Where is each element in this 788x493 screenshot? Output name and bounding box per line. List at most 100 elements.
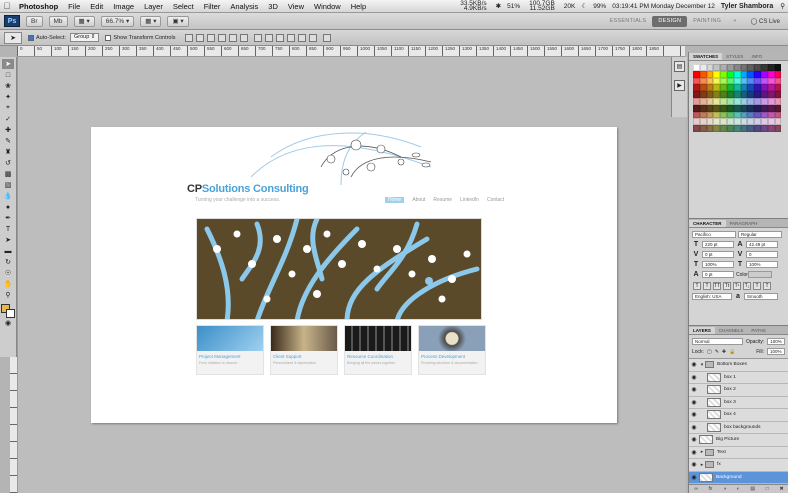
layer-row[interactable]: ◉ box backgrounds <box>689 421 788 434</box>
align-vcenter-icon[interactable] <box>196 33 205 42</box>
quick-select-tool-icon[interactable]: ✦ <box>2 92 14 102</box>
tab-paths[interactable]: PATHS <box>747 327 769 334</box>
swatch[interactable] <box>740 111 748 119</box>
spotlight-icon[interactable]: ⚲ <box>777 2 788 10</box>
subscript-icon[interactable]: T₁ <box>743 282 751 290</box>
document-canvas[interactable]: CPSolutions Consulting Turning your chal… <box>91 127 617 423</box>
menu-help[interactable]: Help <box>346 2 371 11</box>
language-dropdown[interactable]: English: USA <box>692 293 732 300</box>
lasso-tool-icon[interactable]: ❀ <box>2 81 14 91</box>
swatch[interactable] <box>706 64 714 71</box>
baseline-shift-field[interactable]: 0 pt <box>702 271 734 278</box>
swatch[interactable] <box>693 91 700 98</box>
swatch[interactable] <box>726 97 734 105</box>
menu-image[interactable]: Image <box>108 2 139 11</box>
underline-icon[interactable]: T <box>753 282 761 290</box>
font-size-field[interactable]: 220 pt <box>702 241 734 248</box>
site-nav-about[interactable]: About <box>412 197 425 203</box>
swatch[interactable] <box>699 91 707 98</box>
swatch[interactable] <box>726 104 734 112</box>
swatch[interactable] <box>733 64 741 71</box>
history-brush-tool-icon[interactable]: ↺ <box>2 158 14 168</box>
swatch[interactable] <box>740 64 748 71</box>
swatch[interactable] <box>767 70 775 78</box>
menu-select[interactable]: Select <box>168 2 199 11</box>
brush-tool-icon[interactable]: ✎ <box>2 136 14 146</box>
lock-position-icon[interactable]: ✚ <box>722 349 726 355</box>
swatch[interactable] <box>693 125 700 132</box>
tool-preset-picker[interactable]: ➤ <box>4 31 22 44</box>
swatch[interactable] <box>720 64 727 71</box>
zoom-tool-icon[interactable]: ⚲ <box>2 290 14 300</box>
all-caps-icon[interactable]: TT <box>713 282 721 290</box>
swatch[interactable] <box>760 111 768 119</box>
menu-window[interactable]: Window <box>309 2 346 11</box>
swatch[interactable] <box>726 91 734 98</box>
layer-row[interactable]: ◉ ▾ Bottom Boxes <box>689 359 788 372</box>
swatch[interactable] <box>713 125 721 132</box>
fx-icon[interactable]: fx <box>709 486 713 492</box>
swatch[interactable] <box>747 111 755 119</box>
path-select-tool-icon[interactable]: ➤ <box>2 235 14 245</box>
swatch[interactable] <box>706 84 714 92</box>
swatch[interactable] <box>706 70 714 78</box>
opacity-field[interactable]: 100% <box>767 338 785 345</box>
swatch[interactable] <box>754 77 761 85</box>
visibility-eye-icon[interactable]: ◉ <box>689 386 699 393</box>
swatch[interactable] <box>747 104 755 112</box>
menu-layer[interactable]: Layer <box>139 2 168 11</box>
faux-bold-icon[interactable]: T <box>693 282 701 290</box>
swatch[interactable] <box>713 64 721 71</box>
align-left-icon[interactable] <box>218 33 227 42</box>
visibility-eye-icon[interactable]: ◉ <box>689 399 699 406</box>
swatch[interactable] <box>699 118 707 126</box>
swatch[interactable] <box>747 97 755 105</box>
tracking-field[interactable]: 0 <box>746 251 778 258</box>
swatch[interactable] <box>754 70 761 78</box>
lock-all-icon[interactable]: 🔒 <box>729 349 735 355</box>
antialias-dropdown[interactable]: Smooth <box>744 293 778 300</box>
network-meter[interactable]: 33.5KB/s 4.9KB/s <box>454 0 492 12</box>
distribute-bottom-icon[interactable] <box>276 33 285 42</box>
auto-align-icon[interactable] <box>323 33 332 42</box>
shape-tool-icon[interactable]: ▬ <box>2 246 14 256</box>
swatch[interactable] <box>726 111 734 119</box>
swatch[interactable] <box>699 111 707 119</box>
lock-pixels-icon[interactable]: ✎ <box>715 349 719 355</box>
layer-row[interactable]: ◉ Background <box>689 471 788 484</box>
distribute-left-icon[interactable] <box>287 33 296 42</box>
swatch[interactable] <box>767 77 775 85</box>
swatch[interactable] <box>754 125 761 132</box>
font-style-field[interactable]: Regular <box>738 231 782 238</box>
distribute-top-icon[interactable] <box>254 33 263 42</box>
distribute-right-icon[interactable] <box>309 33 318 42</box>
swatch[interactable] <box>706 77 714 85</box>
swatch[interactable] <box>726 84 734 92</box>
workspace-more-icon[interactable]: » <box>727 18 742 24</box>
menu-view[interactable]: View <box>283 2 309 11</box>
layer-row[interactable]: ◉ ▸ fx <box>689 459 788 472</box>
lock-transparency-icon[interactable]: ▢ <box>707 349 712 355</box>
swatch[interactable] <box>774 97 782 105</box>
blur-tool-icon[interactable]: 💧 <box>2 191 14 201</box>
tab-layers[interactable]: LAYERS <box>689 327 715 334</box>
site-nav-home[interactable]: Home <box>385 197 405 203</box>
quick-mask-icon[interactable]: ◉ <box>2 318 14 328</box>
strikethrough-icon[interactable]: T <box>763 282 771 290</box>
bluetooth-icon[interactable]: ✱ <box>493 2 504 10</box>
swatch[interactable] <box>760 84 768 92</box>
swatch-grid[interactable] <box>693 64 786 132</box>
3d-rotate-tool-icon[interactable]: ↻ <box>2 257 14 267</box>
swatch[interactable] <box>760 97 768 105</box>
swatch[interactable] <box>699 125 707 132</box>
swatch[interactable] <box>760 125 768 132</box>
text-color-swatch[interactable] <box>748 271 772 278</box>
site-nav-resume[interactable]: Resume <box>433 197 452 203</box>
battery-level[interactable]: 51% <box>504 3 523 10</box>
visibility-eye-icon[interactable]: ◉ <box>689 436 699 443</box>
layer-row[interactable]: ◉ ▸ Text <box>689 446 788 459</box>
swatch[interactable] <box>767 118 775 126</box>
menu-app[interactable]: Photoshop <box>14 2 63 11</box>
swatch[interactable] <box>754 111 761 119</box>
swatch[interactable] <box>706 118 714 126</box>
